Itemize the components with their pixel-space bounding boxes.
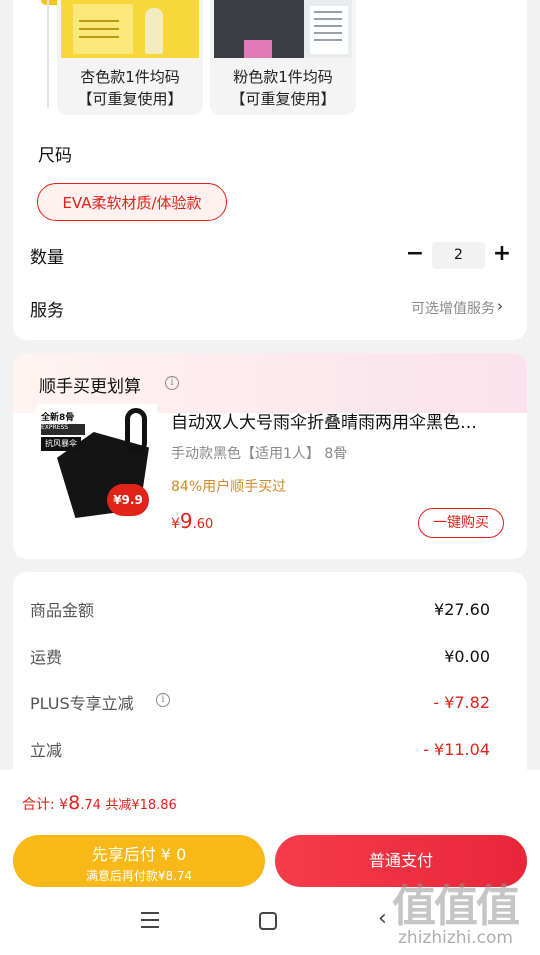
- size-title: 尺码: [38, 146, 72, 166]
- shipping-label: 运费: [30, 648, 63, 667]
- plus-discount-value: - ¥7.82: [433, 693, 490, 712]
- checkout-bar: 合计: ¥8.74 共减¥18.86 先享后付 ¥ 0 满意后再付款¥8.74 …: [0, 770, 540, 955]
- addon-price: ¥9.60: [171, 509, 214, 533]
- one-click-buy-button[interactable]: 一键购买: [418, 508, 504, 538]
- addon-product-image[interactable]: 全新8骨 EXPRESS 抗风暴伞 ¥9.9: [37, 404, 157, 524]
- discount-value: - ¥11.04: [423, 740, 490, 759]
- shipping-value: ¥0.00: [444, 647, 490, 666]
- goods-amount-label: 商品金额: [30, 601, 95, 620]
- discount-label: 立减: [30, 741, 63, 760]
- divider: [47, 0, 49, 108]
- watermark-logo: 值值值: [392, 881, 520, 932]
- plus-discount-label: PLUS专享立减: [30, 694, 134, 713]
- addon-title: 顺手买更划算: [39, 377, 141, 397]
- pay-later-button[interactable]: 先享后付 ¥ 0 满意后再付款¥8.74: [13, 835, 265, 887]
- service-label: 服务: [30, 301, 64, 321]
- variant-image: [61, 0, 199, 58]
- addon-purchase-rate: 84%用户顺手买过: [171, 479, 287, 495]
- quantity-input[interactable]: 2: [432, 242, 485, 269]
- variant-option-pink[interactable]: 粉色款1件均码 【可重复使用】: [210, 0, 356, 115]
- info-icon[interactable]: i: [156, 693, 170, 707]
- addon-product-spec: 手动款黑色【适用1人】 8骨: [171, 446, 348, 462]
- variant-option-apricot[interactable]: 杏色款1件均码 【可重复使用】: [57, 0, 203, 115]
- menu-icon[interactable]: [141, 912, 159, 928]
- quantity-decrease-button[interactable]: −: [404, 242, 426, 266]
- variant-label: 杏色款1件均码: [80, 68, 180, 86]
- variant-label: 粉色款1件均码: [233, 68, 333, 86]
- info-icon[interactable]: i: [165, 376, 179, 390]
- product-options-card: 杏色款1件均码 【可重复使用】 粉色款1件均码 【可重复使用】: [13, 0, 527, 340]
- watermark-url: zhizhizhi.com: [398, 928, 513, 948]
- price-detail-card: 商品金额 ¥27.60 运费 ¥0.00 PLUS专享立减 i - ¥7.82 …: [13, 572, 527, 772]
- chevron-right-icon[interactable]: ›: [497, 297, 503, 315]
- quantity-increase-button[interactable]: +: [491, 242, 513, 266]
- addon-card: 顺手买更划算 i 全新8骨 EXPRESS 抗风暴伞 ¥9.9 自动双人大号雨伞…: [13, 353, 527, 559]
- service-select[interactable]: 可选增值服务: [411, 298, 495, 318]
- variant-sublabel: 【可重复使用】: [230, 90, 336, 108]
- addon-product-name[interactable]: 自动双人大号雨伞折叠晴雨两用伞黑色…: [171, 408, 511, 433]
- variant-sublabel: 【可重复使用】: [77, 90, 183, 108]
- total-amount: 合计: ¥8.74 共减¥18.86: [22, 792, 177, 814]
- variant-image: [214, 0, 352, 58]
- goods-amount-value: ¥27.60: [434, 600, 490, 619]
- size-option-eva[interactable]: EVA柔软材质/体验款: [37, 183, 227, 221]
- back-icon[interactable]: ‹: [378, 906, 387, 931]
- total-saved: 共减¥18.86: [105, 798, 177, 813]
- quantity-label: 数量: [30, 248, 64, 268]
- home-icon[interactable]: [259, 912, 277, 930]
